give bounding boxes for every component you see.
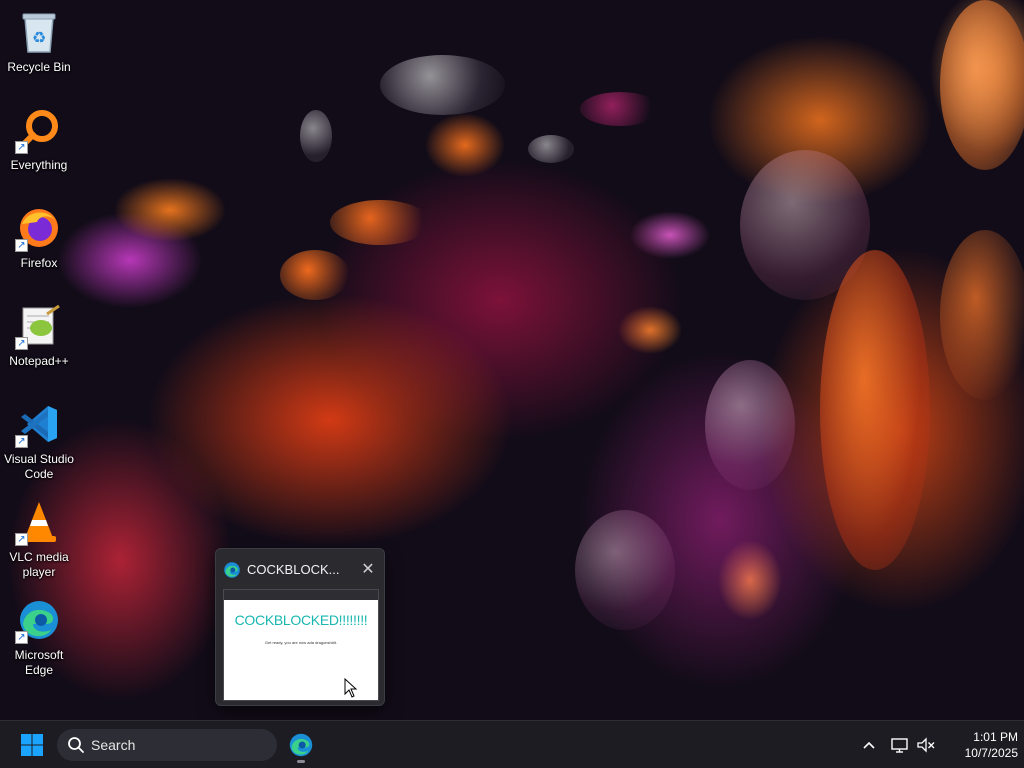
show-hidden-icons-chevron-icon[interactable] xyxy=(858,733,880,757)
preview-title: COCKBLOCK... xyxy=(247,562,340,577)
clock-date: 10/7/2025 xyxy=(964,746,1018,760)
everything-search-icon: ↗ xyxy=(15,106,63,154)
desktop-icon-vscode[interactable]: ↗ Visual Studio Code xyxy=(2,394,76,484)
desktop-icon-label: VLC media player xyxy=(9,550,69,579)
svg-text:♻: ♻ xyxy=(32,28,46,47)
shortcut-arrow-icon: ↗ xyxy=(15,239,28,252)
desktop-icon-label: Everything xyxy=(10,158,68,172)
desktop-icon-label: Visual Studio Code xyxy=(4,452,74,481)
shortcut-arrow-icon: ↗ xyxy=(15,435,28,448)
windows-logo-icon xyxy=(21,734,43,756)
network-icon[interactable] xyxy=(890,733,910,757)
vlc-icon: ↗ xyxy=(15,498,63,546)
volume-muted-icon[interactable] xyxy=(916,733,936,757)
taskbar: Search 1:01 PM 10/7/2025 xyxy=(0,720,1024,768)
thumbnail-page-subtext: Get ready, you are now ada dragonsh#it. xyxy=(264,640,338,645)
mouse-cursor-icon xyxy=(344,678,358,698)
taskbar-window-preview[interactable]: COCKBLOCK... ✕ COCKBLOCKED!!!!!!!! Get r… xyxy=(215,548,385,706)
taskbar-clock[interactable]: 1:01 PM 10/7/2025 xyxy=(942,729,1018,761)
desktop-icon-label: Recycle Bin xyxy=(7,60,71,74)
thumbnail-browser-toolbar xyxy=(224,590,378,600)
clock-time: 1:01 PM xyxy=(973,730,1018,744)
desktop-icon-label: Notepad++ xyxy=(9,354,69,368)
taskbar-app-edge[interactable] xyxy=(283,727,319,763)
desktop-icon-label: Microsoft Edge xyxy=(14,648,64,677)
shortcut-arrow-icon: ↗ xyxy=(15,631,28,644)
vscode-icon: ↗ xyxy=(15,400,63,448)
desktop-wallpaper xyxy=(0,0,1024,720)
search-placeholder: Search xyxy=(91,737,136,753)
desktop-icon-everything[interactable]: ↗ Everything xyxy=(2,100,76,190)
taskbar-search-box[interactable]: Search xyxy=(57,729,277,761)
edge-icon: ↗ xyxy=(15,596,63,644)
thumbnail-page-heading: COCKBLOCKED!!!!!!!! xyxy=(234,612,368,628)
search-icon xyxy=(68,737,84,753)
desktop-icon-firefox[interactable]: ↗ Firefox xyxy=(2,198,76,288)
notepadpp-icon: ↗ xyxy=(15,302,63,350)
firefox-icon: ↗ xyxy=(15,204,63,252)
shortcut-arrow-icon: ↗ xyxy=(15,337,28,350)
running-indicator xyxy=(297,760,305,763)
shortcut-arrow-icon: ↗ xyxy=(15,141,28,154)
desktop-icon-edge[interactable]: ↗ Microsoft Edge xyxy=(2,590,76,680)
start-button[interactable] xyxy=(12,729,52,761)
desktop-icon-recycle-bin[interactable]: ♻ Recycle Bin xyxy=(2,2,76,92)
preview-title-bar: COCKBLOCK... ✕ xyxy=(216,549,386,589)
shortcut-arrow-icon: ↗ xyxy=(15,533,28,546)
recycle-bin-icon: ♻ xyxy=(15,8,63,56)
edge-icon xyxy=(289,733,313,757)
desktop-icon-notepadpp[interactable]: ↗ Notepad++ xyxy=(2,296,76,386)
desktop-icon-vlc[interactable]: ↗ VLC media player xyxy=(2,492,76,582)
close-icon[interactable]: ✕ xyxy=(359,560,377,578)
desktop-icon-label: Firefox xyxy=(20,256,58,270)
edge-icon xyxy=(223,561,241,579)
